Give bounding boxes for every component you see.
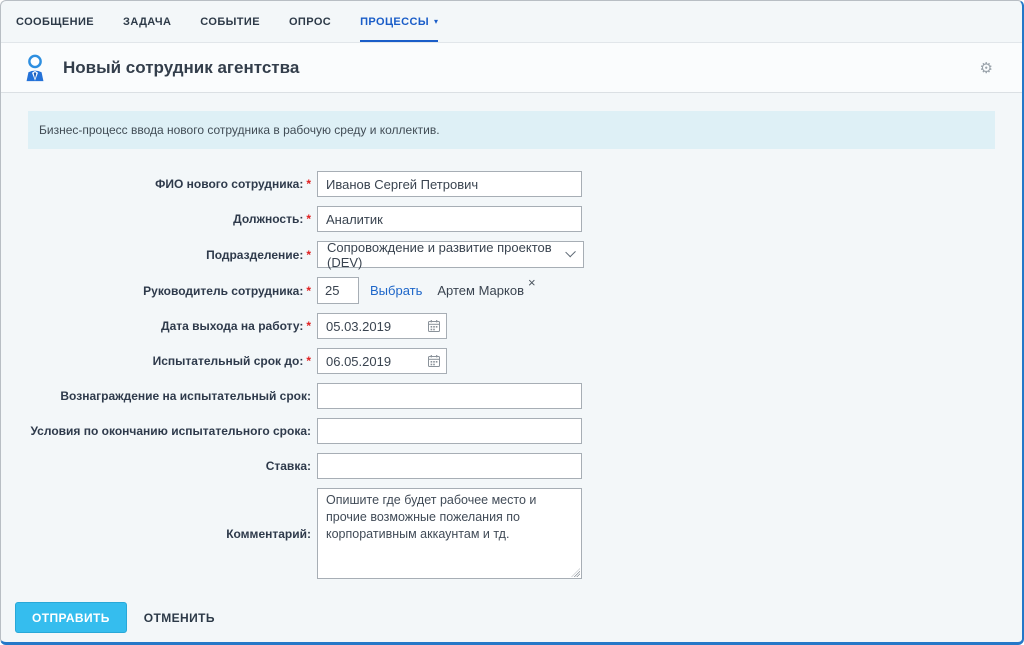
field-label: Должность:* (1, 212, 311, 226)
position-input[interactable] (317, 206, 582, 232)
remove-manager-icon[interactable]: × (528, 276, 536, 289)
form-row-start-date: Дата выхода на работу:* (1, 313, 1022, 339)
manager-id-input[interactable] (317, 277, 359, 304)
form-row-manager: Руководитель сотрудника:* Выбрать Артем … (1, 277, 1022, 304)
field-label: Комментарий: (1, 527, 311, 541)
cancel-button[interactable]: ОТМЕНИТЬ (144, 611, 215, 625)
required-marker: * (306, 319, 311, 333)
after-probation-input[interactable] (317, 418, 582, 444)
tab-label: ЗАДАЧА (123, 16, 171, 28)
form-row-comment: Комментарий: Опишите где будет рабочее м… (1, 488, 1022, 579)
tab-label: ПРОЦЕССЫ (360, 16, 429, 28)
form-row-probation-salary: Вознаграждение на испытательный срок: (1, 383, 1022, 409)
gear-icon[interactable]: ⚙ (980, 59, 1007, 77)
tab-label: СОБЫТИЕ (200, 16, 260, 28)
new-employee-form: ФИО нового сотрудника:* Должность:* Подр… (1, 171, 1022, 579)
department-selected-value: Сопровождение и развитие проектов (DEV) (327, 240, 567, 270)
form-actions: ОТПРАВИТЬ ОТМЕНИТЬ (15, 602, 1022, 633)
form-row-position: Должность:* (1, 206, 1022, 232)
required-marker: * (306, 354, 311, 368)
field-label: Условия по окончанию испытательного срок… (1, 424, 311, 438)
required-marker: * (306, 177, 311, 191)
department-select[interactable]: Сопровождение и развитие проектов (DEV) (317, 241, 584, 268)
form-row-department: Подразделение:* Сопровождение и развитие… (1, 241, 1022, 268)
tab-task[interactable]: ЗАДАЧА (123, 1, 171, 42)
chevron-down-icon: ▾ (434, 17, 438, 26)
field-label: Испытательный срок до:* (1, 354, 311, 368)
tab-message[interactable]: СООБЩЕНИЕ (16, 1, 94, 42)
process-description-banner: Бизнес-процесс ввода нового сотрудника в… (28, 111, 995, 149)
form-row-fio: ФИО нового сотрудника:* (1, 171, 1022, 197)
process-form-window: СООБЩЕНИЕ ЗАДАЧА СОБЫТИЕ ОПРОС ПРОЦЕССЫ … (0, 0, 1024, 645)
tab-label: СООБЩЕНИЕ (16, 16, 94, 28)
employee-person-icon (20, 53, 50, 83)
submit-button[interactable]: ОТПРАВИТЬ (15, 602, 127, 633)
selected-manager-name: Артем Марков (437, 283, 524, 298)
field-label: Дата выхода на работу:* (1, 319, 311, 333)
field-label: Вознаграждение на испытательный срок: (1, 389, 311, 403)
probation-salary-input[interactable] (317, 383, 582, 409)
form-row-after-probation: Условия по окончанию испытательного срок… (1, 418, 1022, 444)
field-label: ФИО нового сотрудника:* (1, 177, 311, 191)
field-label: Ставка: (1, 459, 311, 473)
tab-bar: СООБЩЕНИЕ ЗАДАЧА СОБЫТИЕ ОПРОС ПРОЦЕССЫ … (1, 1, 1022, 43)
tab-poll[interactable]: ОПРОС (289, 1, 331, 42)
required-marker: * (306, 212, 311, 226)
rate-input[interactable] (317, 453, 582, 479)
tab-label: ОПРОС (289, 16, 331, 28)
fio-input[interactable] (317, 171, 582, 197)
required-marker: * (306, 284, 311, 298)
required-marker: * (306, 248, 311, 262)
field-label: Подразделение:* (1, 248, 311, 262)
tab-processes[interactable]: ПРОЦЕССЫ ▾ (360, 1, 438, 42)
page-title: Новый сотрудник агентства (63, 58, 299, 78)
resize-handle[interactable] (571, 568, 580, 577)
calendar-icon[interactable] (427, 354, 441, 368)
comment-textarea[interactable]: Опишите где будет рабочее место и прочие… (317, 488, 582, 579)
banner-text: Бизнес-процесс ввода нового сотрудника в… (39, 123, 440, 137)
field-label: Руководитель сотрудника:* (1, 284, 311, 298)
form-row-rate: Ставка: (1, 453, 1022, 479)
process-header: Новый сотрудник агентства ⚙ (1, 43, 1022, 93)
form-row-probation-until: Испытательный срок до:* (1, 348, 1022, 374)
choose-manager-link[interactable]: Выбрать (370, 283, 422, 298)
calendar-icon[interactable] (427, 319, 441, 333)
tab-event[interactable]: СОБЫТИЕ (200, 1, 260, 42)
